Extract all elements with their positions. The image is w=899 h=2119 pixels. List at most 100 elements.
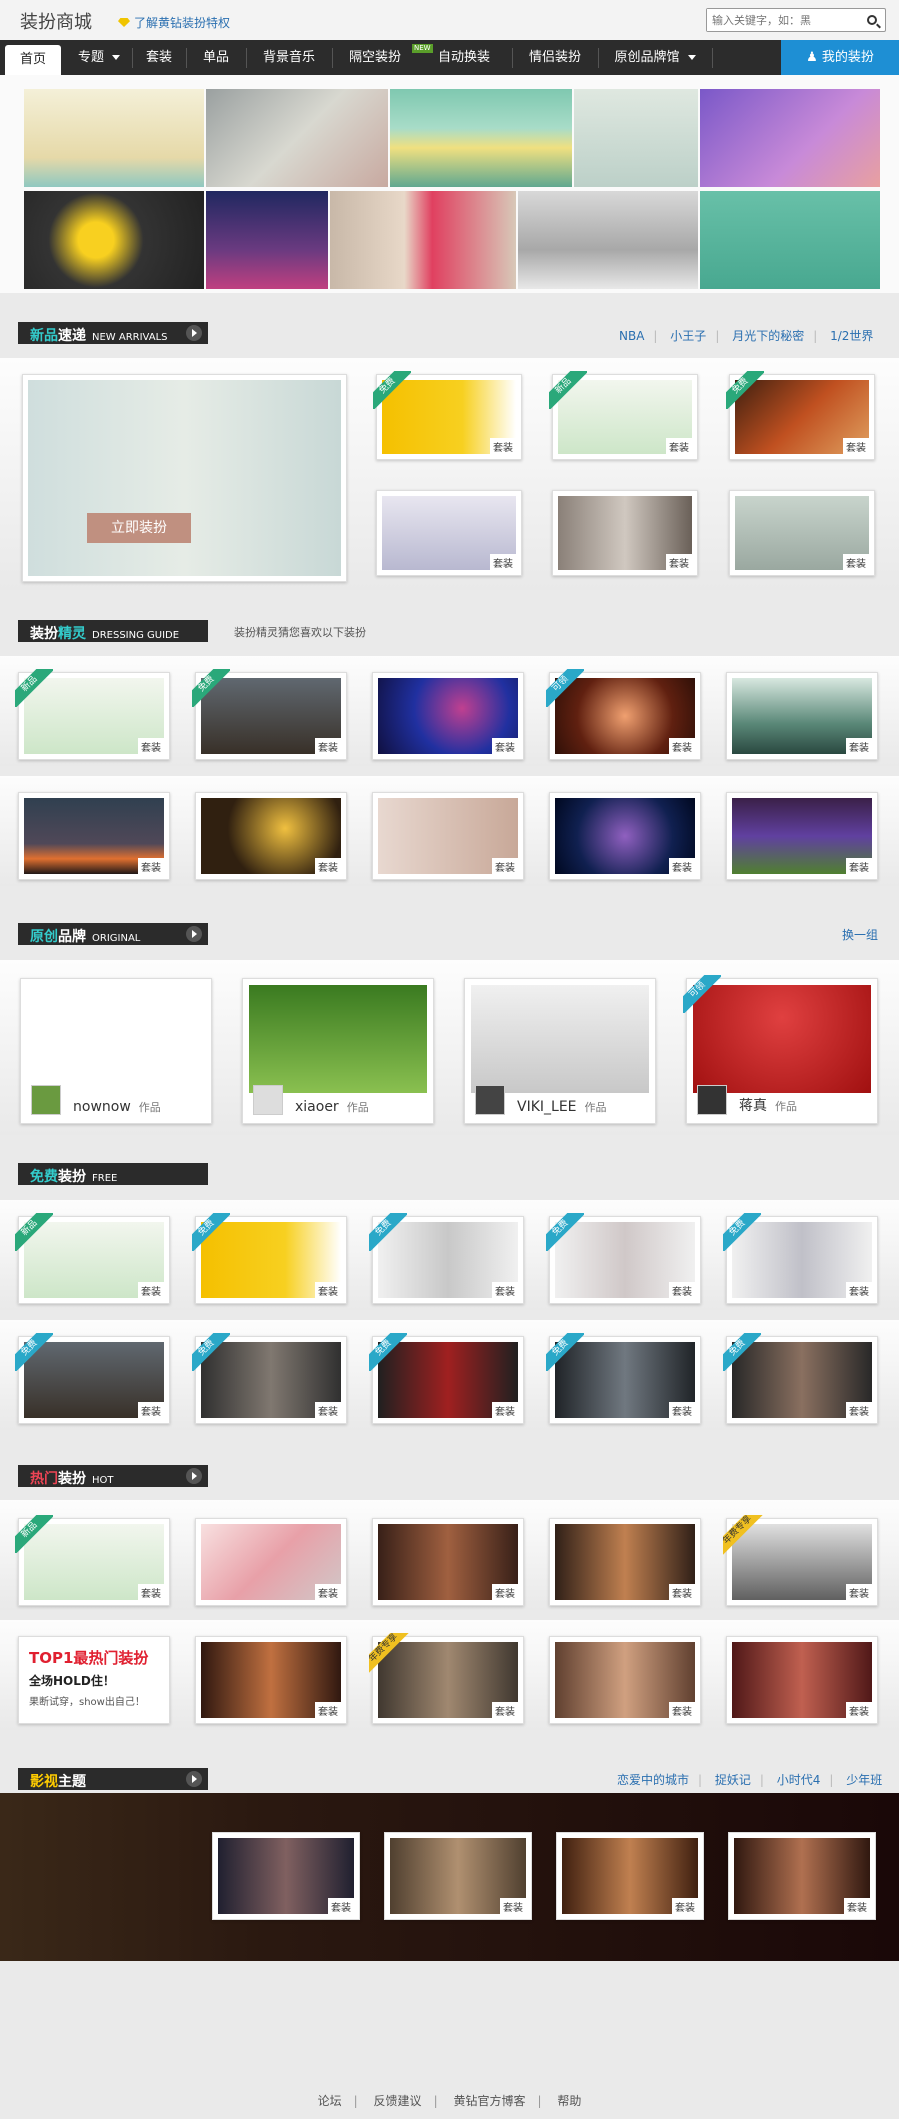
arrow-right-icon[interactable]: [186, 1771, 202, 1787]
nav-auto-dress[interactable]: 自动换装: [418, 40, 510, 75]
topic-link[interactable]: 1/2世界: [830, 329, 873, 343]
nav-items[interactable]: 单品: [188, 40, 244, 75]
suit-thumb[interactable]: 套装: [552, 490, 698, 576]
suit-thumb[interactable]: 套装: [549, 1518, 701, 1606]
site-title[interactable]: 装扮商城: [20, 8, 92, 34]
footer-link-help[interactable]: 帮助: [557, 2094, 581, 2108]
new-arrivals-links: NBA | 小王子 | 月光下的秘密 | 1/2世界: [619, 329, 874, 343]
banner-tile[interactable]: [574, 89, 698, 187]
new-ribbon: 新品: [15, 669, 53, 707]
footer-link-forum[interactable]: 论坛: [318, 2094, 342, 2108]
suit-thumb[interactable]: 套装: [726, 1636, 878, 1724]
footer-link-blog[interactable]: 黄钻官方博客: [453, 2094, 525, 2108]
suit-label: 套装: [138, 1402, 164, 1419]
feature-card[interactable]: 立即装扮: [22, 374, 347, 582]
suit-thumb[interactable]: 套装: [372, 672, 524, 760]
banner-tile[interactable]: [24, 89, 204, 187]
section-header-original: 原创品牌 ORIGINAL: [18, 923, 208, 945]
suit-thumb[interactable]: 套装: [195, 792, 347, 880]
banner-tile[interactable]: [390, 89, 572, 187]
suit-thumb[interactable]: 年费专享 套装: [369, 1633, 524, 1724]
suit-thumb[interactable]: 免费 套装: [369, 1333, 524, 1424]
suit-thumb[interactable]: 套装: [372, 1518, 524, 1606]
hot-promo-card[interactable]: TOP1最热门装扮 全场HOLD住！ 果断试穿，show出自己！: [18, 1636, 170, 1724]
banner-tile[interactable]: [700, 191, 880, 289]
apply-now-button[interactable]: 立即装扮: [87, 513, 191, 543]
nav-divider: [186, 48, 187, 68]
ribbon-text: 免费: [723, 1333, 761, 1371]
suit-thumb[interactable]: 套装: [384, 1832, 532, 1920]
suit-thumb[interactable]: 免费 套装: [373, 371, 522, 460]
banner-tile[interactable]: [700, 89, 880, 187]
banner-tile[interactable]: [206, 89, 388, 187]
suit-thumb[interactable]: 套装: [212, 1832, 360, 1920]
suit-thumb[interactable]: 套装: [372, 792, 524, 880]
footer-link-feedback[interactable]: 反馈建议: [374, 2094, 422, 2108]
suit-thumb[interactable]: 免费 套装: [723, 1333, 878, 1424]
suit-thumb[interactable]: 年费专享 套装: [723, 1515, 878, 1606]
suit-thumb[interactable]: 套装: [376, 490, 522, 576]
suit-thumb[interactable]: 套装: [195, 1636, 347, 1724]
suit-thumb[interactable]: 免费 套装: [192, 1333, 347, 1424]
suit-thumb[interactable]: 新品 套装: [15, 1515, 170, 1606]
search-icon[interactable]: [867, 15, 877, 25]
suit-thumb[interactable]: 免费 套装: [192, 1213, 347, 1304]
suit-thumb[interactable]: 套装: [726, 672, 878, 760]
nav-remote-dress[interactable]: 隔空装扮: [334, 40, 416, 75]
nav-home[interactable]: 首页: [5, 45, 61, 75]
nav-brand-hall[interactable]: 原创品牌馆: [600, 40, 710, 75]
movie-link[interactable]: 少年班: [846, 1773, 882, 1787]
banner-tile[interactable]: [206, 191, 328, 289]
arrow-right-icon[interactable]: [186, 926, 202, 942]
suit-thumb[interactable]: 免费 套装: [726, 371, 875, 460]
suit-thumb[interactable]: 新品 套装: [15, 1213, 170, 1304]
suit-thumb[interactable]: 套装: [18, 792, 170, 880]
nav-topics[interactable]: 专题: [68, 40, 130, 75]
brand-card[interactable]: VIKI_LEE 作品: [464, 978, 656, 1124]
suit-thumb[interactable]: 新品 套装: [549, 371, 698, 460]
refresh-link[interactable]: 换一组: [842, 926, 878, 943]
brand-image: [249, 985, 427, 1093]
suit-thumb[interactable]: 套装: [556, 1832, 704, 1920]
topic-link[interactable]: 小王子: [670, 329, 706, 343]
suit-thumb[interactable]: 免费 套装: [723, 1213, 878, 1304]
brand-card[interactable]: xiaoer 作品: [242, 978, 434, 1124]
nav-couple[interactable]: 情侣装扮: [514, 40, 596, 75]
suit-label: 套装: [846, 1702, 872, 1719]
suit-thumb[interactable]: 套装: [729, 490, 875, 576]
nav-divider: [132, 48, 133, 68]
suit-thumb[interactable]: 套装: [549, 792, 701, 880]
suit-thumb[interactable]: 新品 套装: [15, 669, 170, 760]
vip-privilege-link[interactable]: 了解黄钻装扮特权: [118, 14, 230, 31]
footer: 论坛 | 反馈建议 | 黄钻官方博客 | 帮助: [317, 2094, 582, 2108]
search-input[interactable]: [707, 9, 857, 31]
banner-tile[interactable]: [518, 191, 698, 289]
brand-card[interactable]: 可领 蒋真 作品: [683, 975, 878, 1124]
topic-link[interactable]: 月光下的秘密: [732, 329, 804, 343]
suit-thumb[interactable]: 可领 套装: [546, 669, 701, 760]
banner-tile[interactable]: [24, 191, 204, 289]
suit-thumb[interactable]: 免费 套装: [546, 1213, 701, 1304]
title-en: FREE: [92, 1173, 118, 1184]
movie-link[interactable]: 小时代4: [777, 1773, 821, 1787]
suit-thumb[interactable]: 免费 套装: [546, 1333, 701, 1424]
topic-link[interactable]: NBA: [619, 329, 644, 343]
suit-thumb[interactable]: 免费 套装: [192, 669, 347, 760]
suit-thumb[interactable]: 套装: [195, 1518, 347, 1606]
suit-thumb[interactable]: 免费 套装: [369, 1213, 524, 1304]
suit-thumb[interactable]: 免费 套装: [15, 1333, 170, 1424]
suit-thumb[interactable]: 套装: [728, 1832, 876, 1920]
free-ribbon: 免费: [369, 1333, 407, 1371]
nav-suits[interactable]: 套装: [134, 40, 184, 75]
suit-thumb[interactable]: 套装: [549, 1636, 701, 1724]
title-b: 品牌: [58, 929, 86, 945]
nav-music[interactable]: 背景音乐: [248, 40, 330, 75]
brand-card[interactable]: nownow 作品: [20, 978, 212, 1124]
arrow-right-icon[interactable]: [186, 1468, 202, 1484]
arrow-right-icon[interactable]: [186, 325, 202, 341]
suit-thumb[interactable]: 套装: [726, 792, 878, 880]
movie-link[interactable]: 恋爱中的城市: [617, 1773, 689, 1787]
movie-link[interactable]: 捉妖记: [715, 1773, 751, 1787]
my-dressup-button[interactable]: ♟ 我的装扮: [781, 40, 899, 75]
banner-tile[interactable]: [330, 191, 516, 289]
